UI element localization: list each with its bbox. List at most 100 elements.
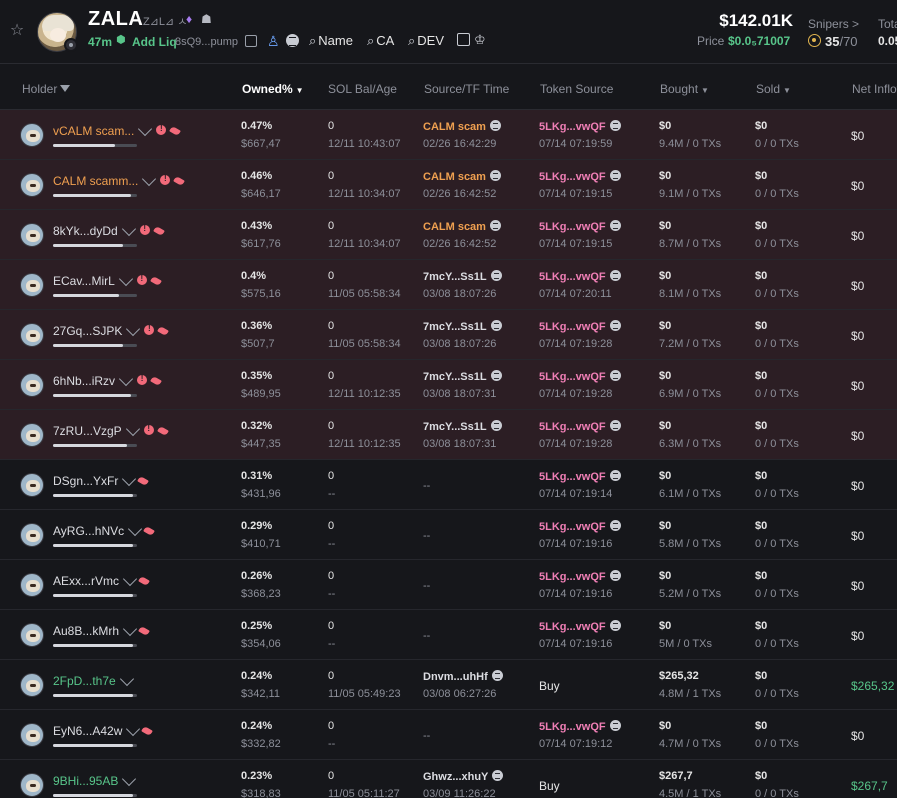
owned-usd: $617,76 bbox=[241, 238, 281, 250]
table-row[interactable]: 6hNb...iRzv 0.35% $489,95 0 12/11 10:12:35 7m… bbox=[0, 360, 897, 410]
holder-name[interactable]: 7zRU...VzgP bbox=[53, 421, 169, 438]
solana-icon[interactable] bbox=[286, 34, 299, 47]
tag-icon bbox=[138, 575, 150, 587]
table-row[interactable]: 7zRU...VzgP 0.32% $447,35 0 12/11 10:12:35 7m… bbox=[0, 410, 897, 460]
funding-source[interactable]: 7mcY...Ss1L bbox=[423, 270, 502, 283]
sold-detail: 0 / 0 TXs bbox=[755, 238, 799, 250]
holder-name[interactable]: CALM scamm... bbox=[53, 171, 186, 188]
edit-icon[interactable] bbox=[138, 121, 153, 137]
edit-icon[interactable] bbox=[122, 571, 138, 587]
holder-name[interactable]: vCALM scam... bbox=[53, 121, 182, 138]
table-row[interactable]: AyRG...hNVc 0.29% $410,71 0 -- -- 5LKg...vwQF 0… bbox=[0, 510, 897, 560]
sold-detail: 0 / 0 TXs bbox=[755, 138, 799, 150]
token-source[interactable]: 5LKg...vwQF bbox=[539, 720, 621, 733]
edit-icon[interactable] bbox=[119, 671, 134, 687]
external-link-icon[interactable] bbox=[457, 33, 470, 46]
token-source[interactable]: 5LKg...vwQF bbox=[539, 270, 621, 283]
funding-source[interactable]: Ghwz...xhuY bbox=[423, 770, 504, 783]
holder-name[interactable]: AyRG...hNVc bbox=[53, 521, 155, 538]
funding-source[interactable]: 7mcY...Ss1L bbox=[423, 420, 502, 433]
sold-usd: $0 bbox=[755, 770, 768, 782]
edit-icon[interactable] bbox=[118, 271, 133, 287]
col-owned[interactable]: Owned% ▼ bbox=[242, 82, 304, 96]
tag-icon bbox=[152, 225, 165, 237]
bought-usd: $0 bbox=[659, 470, 672, 482]
col-holder[interactable]: Holder bbox=[22, 82, 71, 96]
add-liquidity-link[interactable]: Add Liq bbox=[132, 35, 177, 49]
funding-source[interactable]: Dnvm...uhHf bbox=[423, 670, 503, 683]
token-source[interactable]: 5LKg...vwQF bbox=[539, 320, 621, 333]
funding-source[interactable]: 7mcY...Ss1L bbox=[423, 320, 502, 333]
edit-icon[interactable] bbox=[122, 621, 138, 637]
col-sol-bal[interactable]: SOL Bal/Age bbox=[328, 82, 397, 96]
copy-icon[interactable] bbox=[245, 35, 257, 47]
table-row[interactable]: Au8B...kMrh 0.25% $354,06 0 -- -- 5LKg...vwQF 0… bbox=[0, 610, 897, 660]
token-source[interactable]: 5LKg...vwQF bbox=[539, 220, 621, 233]
table-row[interactable]: ECav...MirL 0.4% $575,16 0 11/05 05:58:34 7mc… bbox=[0, 260, 897, 310]
token-source[interactable]: 5LKg...vwQF bbox=[539, 520, 621, 533]
token-source[interactable]: 5LKg...vwQF bbox=[539, 470, 621, 483]
table-row[interactable]: DSgn...YxFr 0.31% $431,96 0 -- -- 5LKg...vwQF 0… bbox=[0, 460, 897, 510]
search-ca-button[interactable]: ⌕ CA bbox=[367, 33, 394, 49]
favorite-star-icon[interactable]: ☆ bbox=[8, 22, 26, 40]
holder-name[interactable]: EyN6...A42w bbox=[53, 721, 154, 738]
net-inflow: $0 bbox=[851, 479, 865, 493]
table-row[interactable]: vCALM scam... 0.47% $667,47 0 12/11 10:43:07… bbox=[0, 110, 897, 160]
table-row[interactable]: 27Gq...SJPK 0.36% $507,7 0 11/05 05:58:34 7mc… bbox=[0, 310, 897, 360]
token-source[interactable]: 5LKg...vwQF bbox=[539, 620, 621, 633]
holder-name[interactable]: 8kYk...dyDd bbox=[53, 221, 165, 238]
holder-name[interactable]: 2FpD...th7e bbox=[53, 671, 134, 688]
tag-icon bbox=[157, 325, 170, 337]
holder-name[interactable]: DSgn...YxFr bbox=[53, 471, 150, 488]
funding-source[interactable]: 7mcY...Ss1L bbox=[423, 370, 502, 383]
wallet-age: 12/11 10:34:07 bbox=[328, 238, 401, 250]
table-row[interactable]: EyN6...A42w 0.24% $332,82 0 -- -- 5LKg...vwQF 0… bbox=[0, 710, 897, 760]
col-source-tf[interactable]: Source/TF Time bbox=[424, 82, 509, 96]
holder-name[interactable]: 6hNb...iRzv bbox=[53, 371, 162, 388]
snipers-link[interactable]: Snipers > bbox=[808, 17, 859, 31]
token-source[interactable]: 5LKg...vwQF bbox=[539, 370, 621, 383]
bought-detail: 5.2M / 0 TXs bbox=[659, 588, 722, 600]
holder-name[interactable]: ECav...MirL bbox=[53, 271, 162, 288]
funding-source[interactable]: CALM scam bbox=[423, 220, 501, 233]
funding-source[interactable]: CALM scam bbox=[423, 120, 501, 133]
holder-name[interactable]: AExx...rVmc bbox=[53, 571, 150, 588]
edit-icon[interactable] bbox=[122, 471, 137, 487]
col-token-source[interactable]: Token Source bbox=[540, 82, 613, 96]
edit-icon[interactable] bbox=[128, 521, 143, 537]
token-source[interactable]: 5LKg...vwQF bbox=[539, 420, 621, 433]
solana-icon bbox=[609, 270, 621, 281]
search-name-button[interactable]: ⌕ Name bbox=[309, 33, 353, 49]
sol-balance: 0 bbox=[328, 520, 335, 532]
table-row[interactable]: 8kYk...dyDd 0.43% $617,76 0 12/11 10:34:07 CA… bbox=[0, 210, 897, 260]
holder-name[interactable]: 27Gq...SJPK bbox=[53, 321, 170, 338]
filter-icon[interactable] bbox=[60, 85, 71, 92]
table-row[interactable]: CALM scamm... 0.46% $646,17 0 12/11 10:34:07… bbox=[0, 160, 897, 210]
holder-name[interactable]: Au8B...kMrh bbox=[53, 621, 150, 638]
table-row[interactable]: 2FpD...th7e 0.24% $342,11 0 11/05 05:49:23 Dn… bbox=[0, 660, 897, 710]
edit-icon[interactable] bbox=[118, 371, 134, 387]
col-sold[interactable]: Sold ▼ bbox=[756, 82, 791, 96]
user-icon[interactable]: ♙ bbox=[267, 33, 280, 50]
edit-icon[interactable] bbox=[142, 171, 157, 187]
funding-source[interactable]: CALM scam bbox=[423, 170, 501, 183]
col-bought[interactable]: Bought ▼ bbox=[660, 82, 709, 96]
owned-percent: 0.32% bbox=[241, 420, 273, 432]
table-row[interactable]: AExx...rVmc 0.26% $368,23 0 -- -- 5LKg...vwQF 0… bbox=[0, 560, 897, 610]
crown-icon[interactable]: ♔ bbox=[474, 32, 486, 48]
token-source-time: 07/14 07:19:59 bbox=[539, 138, 613, 150]
token-source[interactable]: 5LKg...vwQF bbox=[539, 120, 621, 133]
edit-icon[interactable] bbox=[121, 221, 136, 237]
token-source[interactable]: 5LKg...vwQF bbox=[539, 170, 621, 183]
edit-icon[interactable] bbox=[122, 771, 137, 787]
table-row[interactable]: 9BHi...95AB 0.23% $318,83 0 11/05 05:11:27 Gh… bbox=[0, 760, 897, 798]
solana-icon bbox=[609, 720, 621, 731]
holder-name[interactable]: 9BHi...95AB bbox=[53, 771, 137, 788]
token-source[interactable]: 5LKg...vwQF bbox=[539, 570, 621, 583]
edit-icon[interactable] bbox=[126, 721, 141, 737]
edit-icon[interactable] bbox=[126, 321, 141, 337]
col-net-inflow[interactable]: Net Inflow bbox=[852, 82, 897, 96]
token-source-time: 07/14 07:19:15 bbox=[539, 188, 613, 200]
search-dev-button[interactable]: ⌕ DEV bbox=[408, 33, 444, 49]
edit-icon[interactable] bbox=[125, 421, 140, 437]
